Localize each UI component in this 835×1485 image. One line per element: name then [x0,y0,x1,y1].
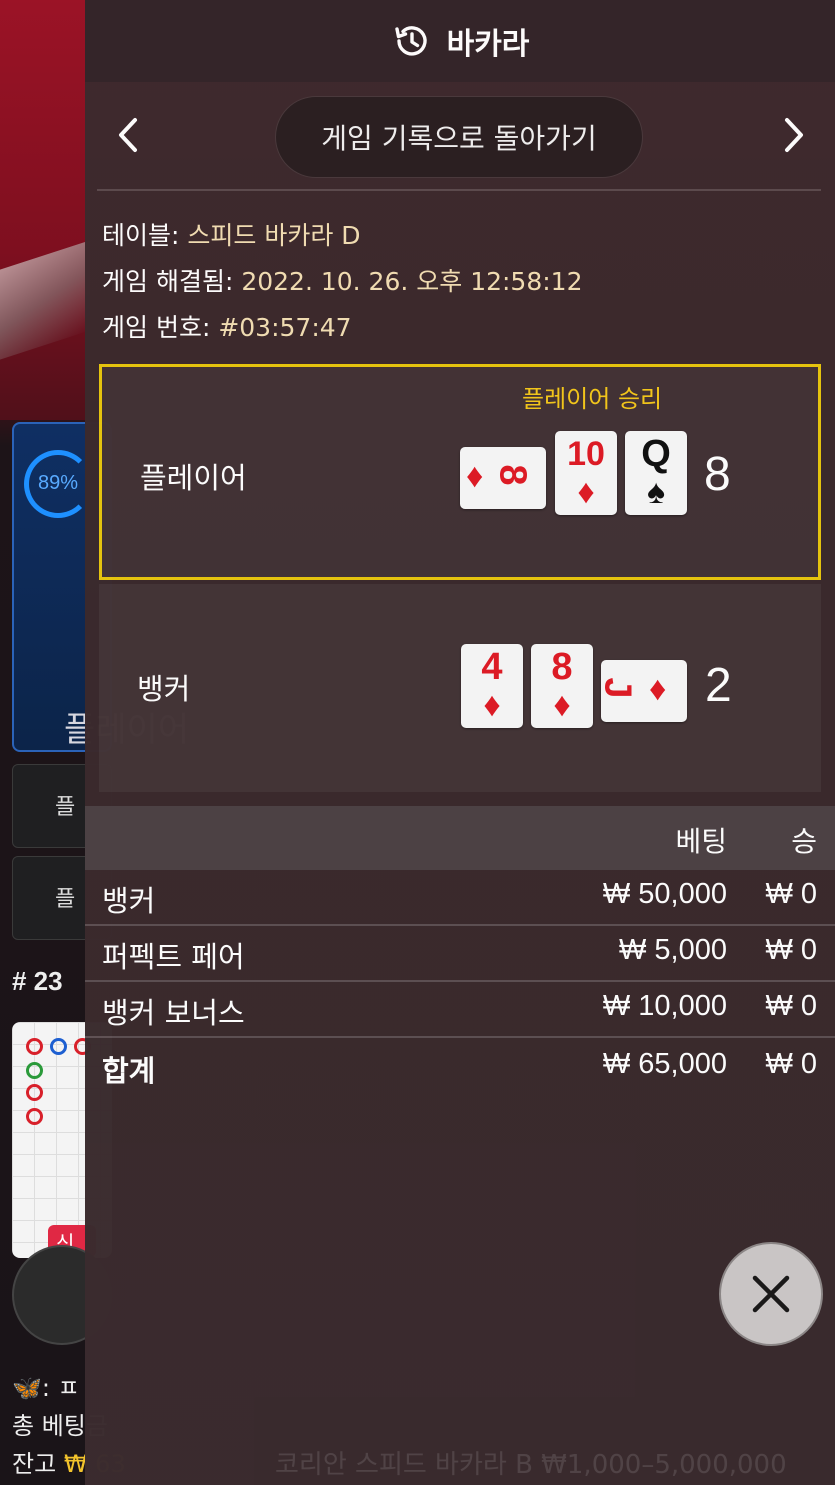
divider [97,189,821,191]
card-suit: ♦ [577,473,595,511]
close-button[interactable] [719,1242,823,1346]
table-value: 스피드 바카라 D [187,221,361,250]
table-label: 테이블: [102,221,180,250]
bet-amount: ₩ 10,000 [602,990,727,1022]
bets-table-header: 베팅 승 [85,806,835,870]
video-area [0,0,90,420]
card-rank: 8 [491,464,534,486]
playing-card: 4 ♦ [461,644,523,728]
road-dot [26,1062,43,1079]
game-number-value: #03:57:47 [218,313,352,342]
bet-amount: ₩ 50,000 [602,878,727,910]
card-suit: ♦ [483,686,501,724]
playing-card: J ♦ [596,660,687,722]
next-game-button[interactable] [771,112,817,158]
banker-hand: 뱅커 4 ♦ 8 ♦ J ♦ 2 [99,584,821,792]
player-score: 8 [704,448,731,501]
close-icon [752,1275,790,1313]
resolved-info: 게임 해결됨: 2022. 10. 26. 오후 12:58:12 [102,262,582,298]
win-amount: ₩ 0 [765,990,817,1022]
progress-ring-text: 89% [38,472,79,494]
table-info: 테이블: 스피드 바카라 D [102,216,361,252]
game-number-label: 게임 번호: [102,313,211,342]
ghost-footer: 코리안 스피드 바카라 B ₩1,000–5,000,000 [275,1450,787,1480]
bet-row: 퍼펙트 페어 ₩ 5,000 ₩ 0 [85,926,835,982]
card-rank: 10 [567,435,605,473]
side-bet-label: 플 [55,887,76,912]
player-win-label: 플레이어 승리 [522,385,663,413]
card-rank: J [596,677,639,699]
player-hand-label: 플레이어 [140,461,247,495]
game-history-panel: 바카라 게임 기록으로 돌아가기 테이블: 스피드 바카라 D 게임 해결됨: … [85,0,835,1485]
road-dot [26,1084,43,1101]
bet-name: 뱅커 보너스 [102,996,245,1030]
resolved-label: 게임 해결됨: [102,267,234,296]
card-rank: Q [641,433,671,475]
column-win: 승 [791,825,817,858]
total-win-amount: ₩ 0 [765,1048,817,1080]
balance-label: 잔고 [12,1450,57,1478]
card-suit: ♦ [553,686,571,724]
round-number: # 23 [12,966,63,996]
bet-row: 뱅커 보너스 ₩ 10,000 ₩ 0 [85,982,835,1038]
panel-title: 바카라 [446,27,530,62]
card-suit: ♠ [646,473,666,511]
player-hand: 플레이어 승리 플레이어 ♦ 8 10 ♦ Q ♠ 8 [99,364,821,580]
road-dot [26,1038,43,1055]
card-suit: ♦ [466,457,484,495]
win-amount: ₩ 0 [765,934,817,966]
playing-card: 10 ♦ [555,431,617,515]
road-dot [26,1108,43,1125]
road-legend: 🦋: ㅍ [12,1374,80,1402]
banker-score: 2 [705,659,732,712]
total-bet-amount: ₩ 65,000 [602,1048,727,1080]
chevron-left-icon [119,118,137,152]
win-amount: ₩ 0 [765,878,817,910]
back-to-history-button[interactable]: 게임 기록으로 돌아가기 [275,96,643,178]
history-icon [394,26,427,56]
resolved-value: 2022. 10. 26. 오후 12:58:12 [241,267,583,296]
chevron-right-icon [785,118,803,152]
total-label: 합계 [102,1054,156,1088]
game-navigation: 게임 기록으로 돌아가기 [85,94,835,180]
card-rank: 8 [551,646,573,688]
card-suit: ♦ [649,670,667,708]
bet-name: 퍼펙트 페어 [102,940,245,974]
column-bet: 베팅 [675,825,727,858]
bet-name: 뱅커 [102,884,156,918]
playing-card: Q ♠ [625,431,687,515]
game-number-info: 게임 번호: #03:57:47 [102,308,352,344]
previous-game-button[interactable] [105,112,151,158]
playing-card: ♦ 8 [460,447,546,509]
bet-amount: ₩ 5,000 [619,934,727,966]
playing-card: 8 ♦ [531,644,593,728]
road-dot [50,1038,67,1055]
banker-hand-label: 뱅커 [137,672,191,706]
bet-total-row: 합계 ₩ 65,000 ₩ 0 [85,1040,835,1096]
panel-header: 바카라 [85,0,835,82]
side-bet-label: 플 [55,795,76,820]
bet-row: 뱅커 ₩ 50,000 ₩ 0 [85,870,835,926]
card-rank: 4 [481,646,503,688]
